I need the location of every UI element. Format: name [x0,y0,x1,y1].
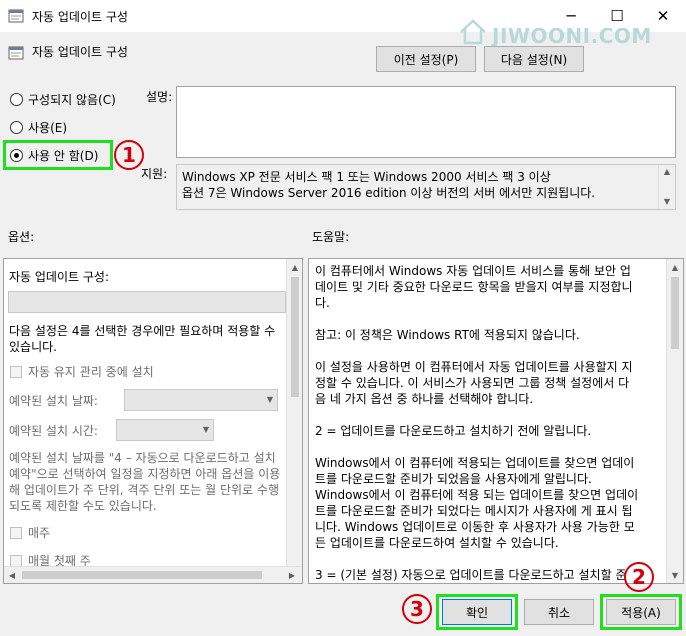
help-line: 이 설정을 사용하면 이 컴퓨터에서 자동 업데이트를 사용할지 지 [315,360,633,374]
scroll-thumb[interactable] [291,277,299,397]
apply-button[interactable]: 적용(A) [606,599,676,625]
help-line: 정할 수 있습니다. 이 서비스가 사용되면 그룹 정책 설정에서 다 [315,376,630,390]
scroll-down-arrow[interactable]: ▼ [667,567,683,583]
scroll-up-arrow[interactable]: ▲ [667,259,683,275]
chevron-down-icon: ▼ [202,425,209,434]
policy-icon [8,9,24,23]
help-label: 도움말: [312,230,350,244]
help-line [315,551,638,567]
scheduled-note-line-4: 되도록 제한할 수도 있습니다. [9,499,157,513]
help-line: 3 = (기본 설정) 자동으로 업데이트를 다운로드하고 설치할 준 [315,568,627,582]
scheduled-note-line-2: 예약"으로 선택하여 일정을 지정하면 아래 옵션을 이용 [9,467,281,481]
help-line: 트를 다운로드할 준비가 되었음을 사용자에게 알립니다. [315,472,592,486]
window-title: 자동 업데이트 구성 [32,10,128,24]
radio-label-enabled: 사용(E) [28,120,68,135]
help-line [315,407,638,423]
help-line: 트를 다운로드할 준비가 되었다는 메시지가 사용자에 게 표시 됩 [315,504,633,518]
help-text: 이 컴퓨터에서 Windows 자동 업데이트 서비스를 통해 보안 업데이트 … [315,263,639,584]
help-line: Windows에서 이 컴퓨터에 적용되는 업데이트를 찾으면 업데이 [315,456,635,470]
radio-circle-selected[interactable] [10,148,23,162]
radio-enabled[interactable]: 사용(E) [10,118,67,136]
scheduled-note-line-1: 예약된 설치 날짜를 "4 – 자동으로 다운로드하고 설치 [9,451,276,465]
ok-button[interactable]: 확인 [442,599,512,625]
help-line: 이 컴퓨터에서 Windows 자동 업데이트 서비스를 통해 보안 업 [315,264,631,278]
comment-label: 설명: [146,90,173,104]
radio-circle[interactable] [10,120,23,134]
help-line: Windows에서 이 컴퓨터에 적용 되는 업데이트를 찾으면 업데이 [315,488,639,502]
weekly-checkbox-row[interactable]: 매주 [10,524,50,541]
scroll-up-arrow[interactable]: ▲ [287,259,302,275]
policy-title: 자동 업데이트 구성 [32,45,128,59]
configure-label: 자동 업데이트 구성: [9,270,109,284]
annotation-badge-3: 3 [402,594,432,624]
scheduled-day-dropdown[interactable]: ▼ [124,389,278,411]
scheduled-time-dropdown[interactable]: ▼ [116,419,214,441]
weekly-checkbox[interactable] [10,526,22,539]
supported-line-1: Windows XP 전문 서비스 팩 1 또는 Windows 2000 서비… [182,170,551,184]
help-line: 음 네 가지 옵션 중 하나를 선택해야 합니다. [315,392,534,406]
maintenance-checkbox[interactable] [10,365,22,378]
comment-textarea[interactable] [176,86,676,158]
help-pane: 이 컴퓨터에서 Windows 자동 업데이트 서비스를 통해 보안 업데이트 … [308,258,684,584]
maintenance-label: 자동 유지 관리 중에 설치 [28,365,154,379]
maintenance-checkbox-row[interactable]: 자동 유지 관리 중에 설치 [10,363,154,380]
help-line: 니다. Windows 업데이트로 이동한 후 사용자가 사용 가능한 모 [315,520,635,534]
help-line: 든 업데이트를 다운로드하여 설치할 수 있습니다. [315,536,559,550]
help-line [315,439,638,455]
scroll-thumb[interactable] [671,277,679,349]
supported-scrollbar[interactable]: ▲ ▼ [658,165,675,209]
chevron-down-icon: ▼ [266,395,273,404]
help-vertical-scrollbar[interactable]: ▲ ▼ [666,259,683,583]
cancel-button[interactable]: 취소 [524,599,594,625]
radio-label-not-configured: 구성되지 않음(C) [28,92,116,107]
scheduled-day-label: 예약된 설치 날짜: [9,394,98,408]
watermark-text: JIWOONI.COM [492,24,652,48]
supported-line-2: 옵션 7은 Windows Server 2016 edition 이상 버전의… [182,186,596,200]
scroll-down-arrow[interactable]: ▼ [659,195,675,207]
supported-label: 지원: [141,167,168,181]
previous-setting-button[interactable]: 이전 설정(P) [376,46,476,72]
help-line: 다. [315,296,330,310]
scroll-right-arrow[interactable]: ▶ [284,567,300,583]
annotation-badge-1: 1 [114,140,144,170]
scheduled-time-label: 예약된 설치 시간: [9,424,98,438]
scroll-up-arrow[interactable]: ▲ [659,165,675,177]
help-line: 참고: 이 정책은 Windows RT에 적용되지 않습니다. [315,328,580,342]
help-line: 비가 되면 사용자에게 알립니다. [315,583,638,584]
radio-not-configured[interactable]: 구성되지 않음(C) [10,90,116,108]
weekly-label: 매주 [28,526,51,540]
watermark-house-icon [460,19,486,45]
options-pane: 자동 업데이트 구성: 다음 설정은 4를 선택한 경우에만 필요하며 적용할 … [3,258,303,584]
next-setting-button[interactable]: 다음 설정(N) [484,46,584,72]
help-line [315,311,638,327]
configure-dropdown[interactable] [8,291,286,313]
options-label: 옵션: [8,230,35,244]
scheduled-note-line-3: 해 업데이트가 주 단위, 격주 단위 또는 월 단위로 수행 [9,483,279,497]
radio-label-disabled: 사용 안 함(D) [28,148,99,163]
options-horizontal-scrollbar[interactable]: ◀ ▶ [4,566,302,583]
first-week-checkbox[interactable] [10,554,22,567]
note-line-2: 있습니다. [9,340,57,354]
help-line [315,343,638,359]
scroll-thumb[interactable] [22,571,262,579]
supported-box: Windows XP 전문 서비스 팩 1 또는 Windows 2000 서비… [176,164,676,210]
annotation-badge-2: 2 [624,562,654,592]
radio-circle[interactable] [10,92,23,106]
options-vertical-scrollbar[interactable]: ▲ [286,259,302,566]
scroll-left-arrow[interactable]: ◀ [4,567,20,583]
radio-disabled[interactable]: 사용 안 함(D) [10,146,98,164]
policy-setting-icon [8,46,24,60]
help-line: 2 = 업데이트를 다운로드하고 설치하기 전에 알립니다. [315,424,592,438]
note-line-1: 다음 설정은 4를 선택한 경우에만 필요하며 적용할 수 [9,324,276,338]
help-line: 데이트 및 기타 중요한 다운로드 항목을 받을지 여부를 지정합니 [315,280,633,294]
